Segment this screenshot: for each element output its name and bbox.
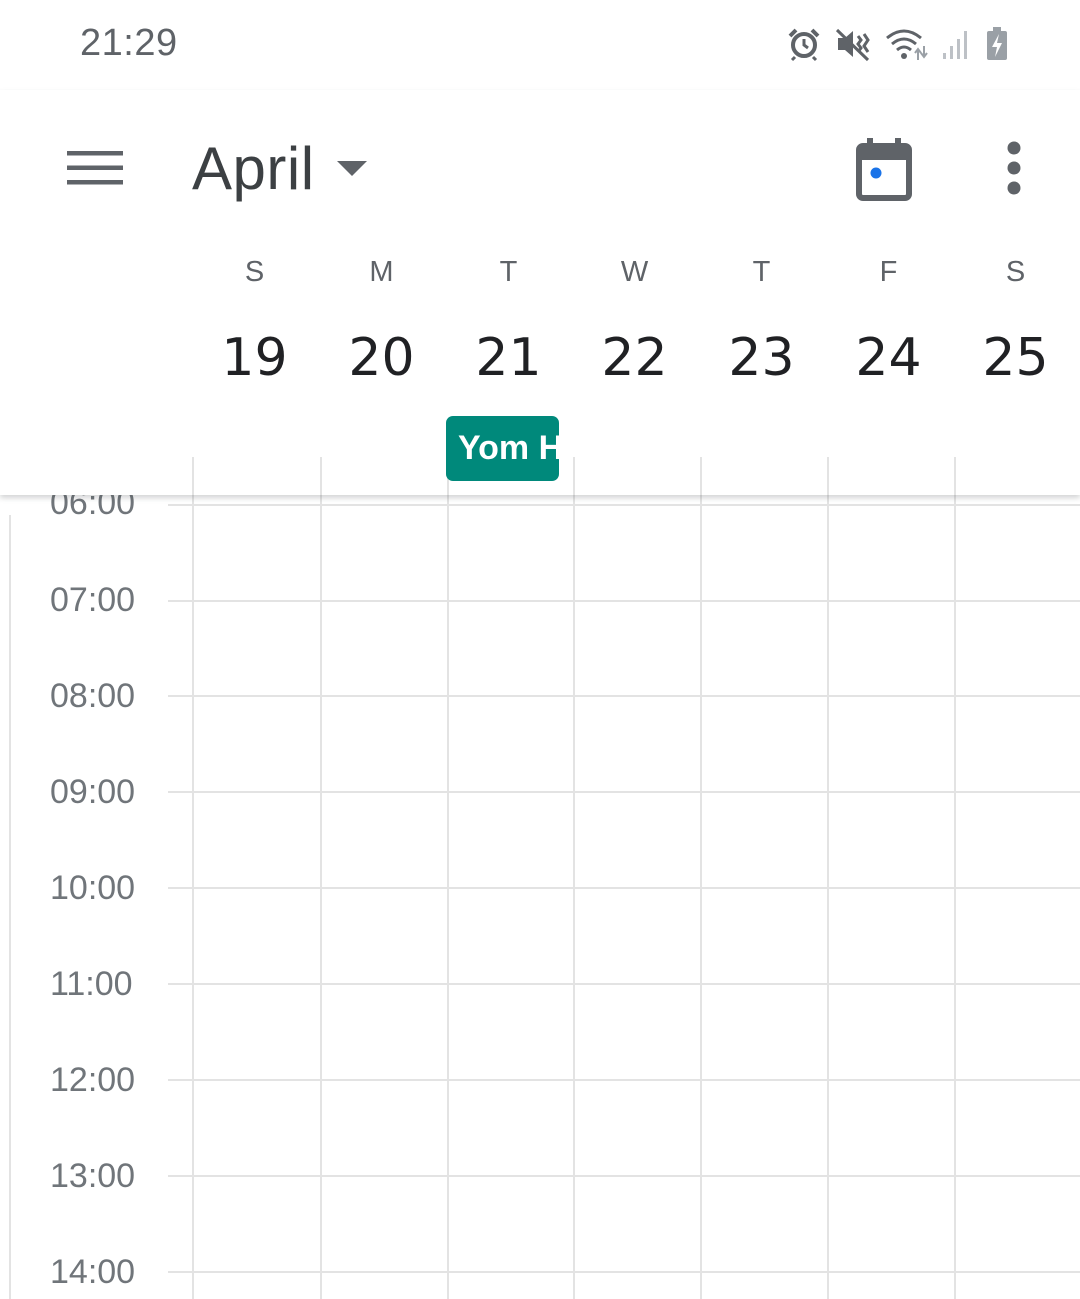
day-number: 20 <box>348 328 415 388</box>
hour-label: 10:00 <box>50 869 136 907</box>
more-vert-icon <box>1004 141 1024 202</box>
battery-charging-icon <box>984 26 1010 62</box>
calendar-screen: 21:29 April S 19 M 20 T 21 W 22 T 23 F 2… <box>0 0 1080 1299</box>
time-grid-lines <box>9 455 1080 1299</box>
day-header-tue[interactable]: T 21 <box>445 252 572 392</box>
calendar-today-icon <box>856 138 920 206</box>
day-number: 23 <box>728 328 795 388</box>
menu-button[interactable] <box>62 142 128 198</box>
today-button[interactable] <box>856 136 920 202</box>
day-header-thu[interactable]: T 23 <box>698 252 825 392</box>
day-of-week: F <box>879 256 898 288</box>
hour-label: 14:00 <box>50 1253 136 1291</box>
vibrate-mute-icon <box>834 26 872 62</box>
day-of-week: T <box>752 256 771 288</box>
month-switcher[interactable]: April <box>192 132 367 204</box>
day-of-week: T <box>499 256 518 288</box>
alarm-icon <box>786 26 822 62</box>
hour-label: 13:00 <box>50 1157 136 1195</box>
day-number: 19 <box>221 328 288 388</box>
day-of-week: S <box>1005 256 1026 288</box>
status-icons <box>786 24 1010 64</box>
hour-label: 09:00 <box>50 773 136 811</box>
day-of-week: M <box>369 256 394 288</box>
wifi-icon <box>884 26 928 62</box>
day-header-sun[interactable]: S 19 <box>191 252 318 392</box>
day-number: 21 <box>475 328 542 388</box>
all-day-event[interactable]: Yom HaShoah <box>446 416 559 481</box>
day-header-mon[interactable]: M 20 <box>318 252 445 392</box>
day-number: 25 <box>982 328 1049 388</box>
status-time: 21:29 <box>80 22 178 64</box>
all-day-row: Yom HaShoah <box>0 405 1080 495</box>
time-grid[interactable]: 06:00 07:00 08:00 09:00 10:00 11:00 12:0… <box>0 455 1080 1299</box>
caret-down-icon <box>336 160 367 182</box>
day-header-fri[interactable]: F 24 <box>825 252 952 392</box>
calendar-header: April S 19 M 20 T 21 W 22 T 23 F 24 S 25… <box>0 90 1080 495</box>
month-title: April <box>192 134 315 202</box>
day-of-week: S <box>244 256 265 288</box>
status-bar: 21:29 <box>0 0 1080 90</box>
signal-icon <box>940 26 972 62</box>
day-of-week: W <box>620 256 649 288</box>
hamburger-menu-icon <box>67 148 123 193</box>
more-options-button[interactable] <box>990 140 1038 202</box>
hour-label: 07:00 <box>50 581 136 619</box>
hour-label: 08:00 <box>50 677 136 715</box>
day-header-wed[interactable]: W 22 <box>571 252 698 392</box>
day-header-sat[interactable]: S 25 <box>952 252 1079 392</box>
hour-label: 11:00 <box>50 965 133 1003</box>
hour-label: 12:00 <box>50 1061 136 1099</box>
day-number: 24 <box>855 328 922 388</box>
day-number: 22 <box>601 328 668 388</box>
